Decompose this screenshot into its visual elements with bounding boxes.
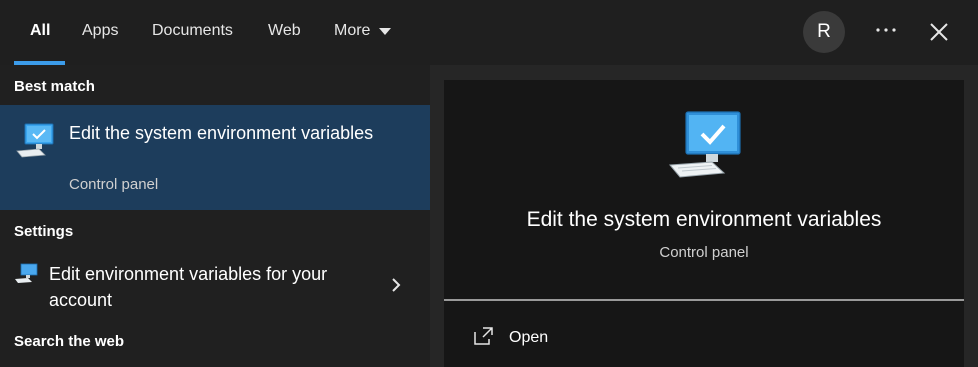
open-external-icon [474, 327, 493, 345]
settings-result-title: Edit environment variables for your acco… [49, 264, 328, 310]
tab-more[interactable]: More [334, 22, 370, 40]
settings-heading: Settings [14, 223, 74, 240]
preview-title: Edit the system environment variables [526, 208, 882, 231]
preview-subtitle: Control panel [659, 244, 749, 261]
open-action-label: Open [509, 329, 549, 346]
tab-documents[interactable]: Documents [152, 22, 233, 40]
preview-divider [444, 299, 964, 301]
caret-down-icon[interactable] [379, 28, 391, 35]
chevron-right-icon[interactable] [389, 277, 403, 293]
computer-monitor-icon [15, 263, 38, 283]
computer-monitor-check-icon [16, 123, 54, 158]
tab-all[interactable]: All [30, 22, 50, 40]
close-icon[interactable] [926, 19, 952, 45]
best-match-subtitle: Control panel [69, 176, 159, 193]
tab-apps[interactable]: Apps [82, 22, 118, 40]
more-options-icon[interactable] [872, 16, 900, 44]
best-match-title: Edit the system environment variables [69, 123, 374, 143]
best-match-heading: Best match [14, 78, 95, 95]
tab-web[interactable]: Web [268, 22, 301, 40]
account-avatar[interactable]: R [803, 11, 845, 53]
computer-monitor-check-icon [668, 111, 741, 178]
search-web-heading: Search the web [14, 333, 125, 350]
